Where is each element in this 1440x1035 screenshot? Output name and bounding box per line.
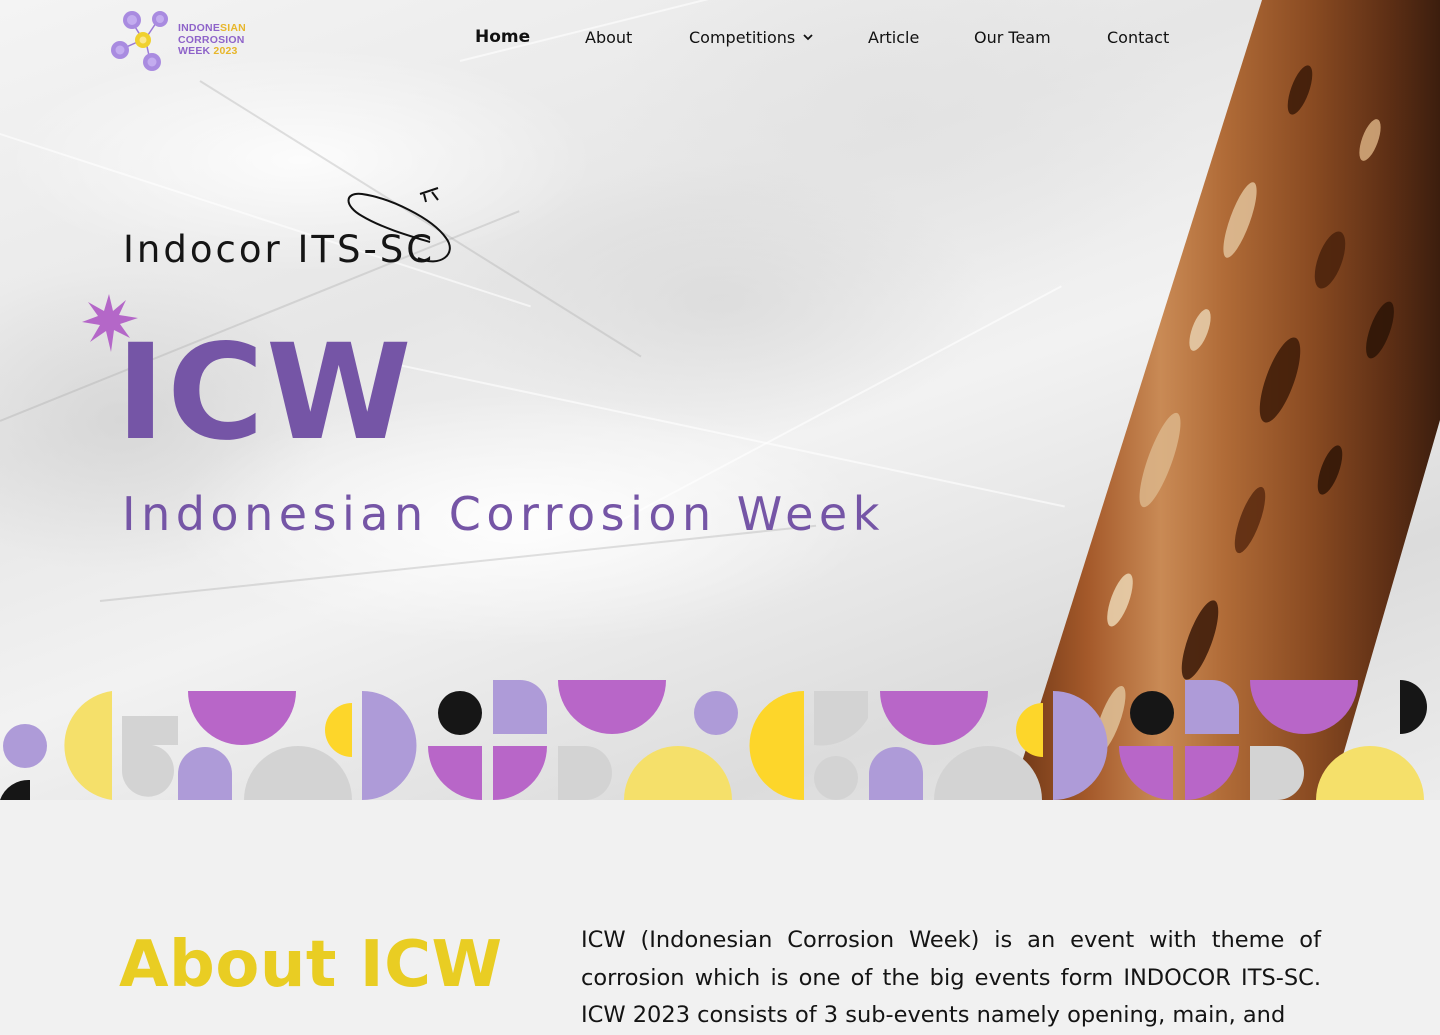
chevron-down-icon: [803, 34, 813, 41]
hero-section: INDONESIAN CORROSION WEEK 2023 Home Abou…: [0, 0, 1440, 800]
nav-article[interactable]: Article: [868, 28, 919, 47]
nav-about[interactable]: About: [585, 28, 632, 47]
hero-subtitle: Indonesian Corrosion Week: [122, 487, 885, 541]
geometric-pattern-band: [0, 680, 1427, 800]
main-nav: Home About Competitions Article Our Team…: [0, 27, 1440, 52]
nav-our-team[interactable]: Our Team: [974, 28, 1051, 47]
orbit-doodle-icon: [347, 187, 451, 263]
nav-competitions[interactable]: Competitions: [689, 28, 813, 47]
nav-competitions-label: Competitions: [689, 28, 796, 47]
about-paragraph: ICW (Indonesian Corrosion Week) is an ev…: [581, 927, 1321, 1028]
hero-title: ICW: [116, 316, 414, 470]
about-title: About ICW: [119, 928, 503, 1002]
nav-contact[interactable]: Contact: [1107, 28, 1169, 47]
nav-home[interactable]: Home: [475, 27, 530, 47]
